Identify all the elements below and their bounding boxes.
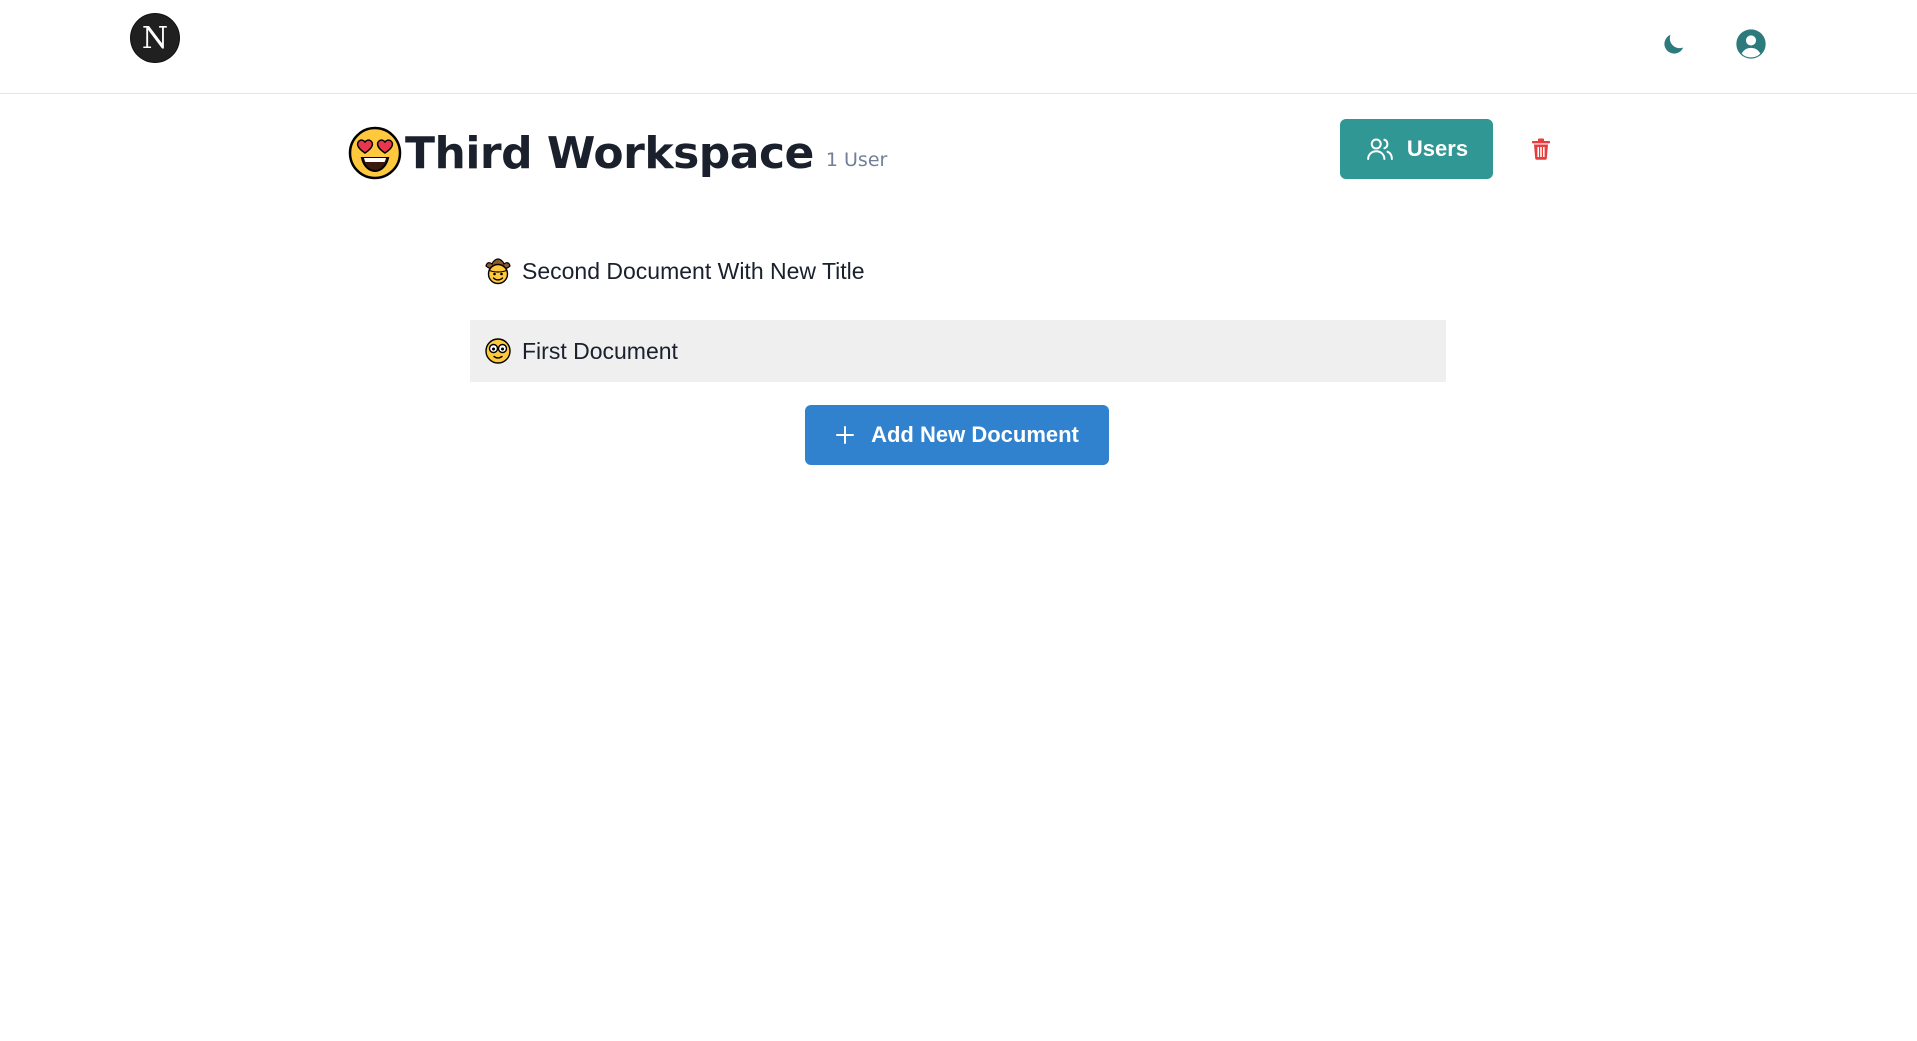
plus-icon — [835, 425, 855, 445]
add-new-document-label: Add New Document — [871, 422, 1079, 447]
document-item[interactable]: First Document — [470, 320, 1446, 382]
app-logo[interactable]: N — [131, 14, 179, 62]
document-title: First Document — [522, 337, 678, 364]
trash-icon — [1532, 138, 1550, 160]
heart-eyes-face-icon[interactable] — [347, 125, 403, 181]
logo-letter: N — [141, 20, 169, 56]
add-new-document-button[interactable]: Add New Document — [805, 405, 1109, 465]
users-icon — [1365, 134, 1395, 164]
moon-icon — [1664, 34, 1684, 54]
delete-workspace-button[interactable] — [1526, 134, 1556, 164]
document-title: Second Document With New Title — [522, 257, 865, 284]
document-list: Second Document With New Title First Doc… — [470, 240, 1446, 400]
workspace-user-count: 1 User — [825, 149, 888, 171]
top-navbar: N — [0, 0, 1917, 94]
account-button[interactable] — [1733, 26, 1769, 62]
workspace-title: Third Workspace — [405, 127, 814, 179]
cowboy-face-icon — [484, 257, 512, 285]
users-button[interactable]: Users — [1340, 119, 1493, 179]
workspace-header: Third Workspace 1 User — [347, 121, 887, 185]
document-item[interactable]: Second Document With New Title — [470, 240, 1446, 302]
goggle-face-icon — [484, 337, 512, 365]
theme-toggle-button[interactable] — [1656, 26, 1692, 62]
user-circle-icon — [1736, 29, 1766, 59]
users-button-label: Users — [1406, 136, 1469, 161]
